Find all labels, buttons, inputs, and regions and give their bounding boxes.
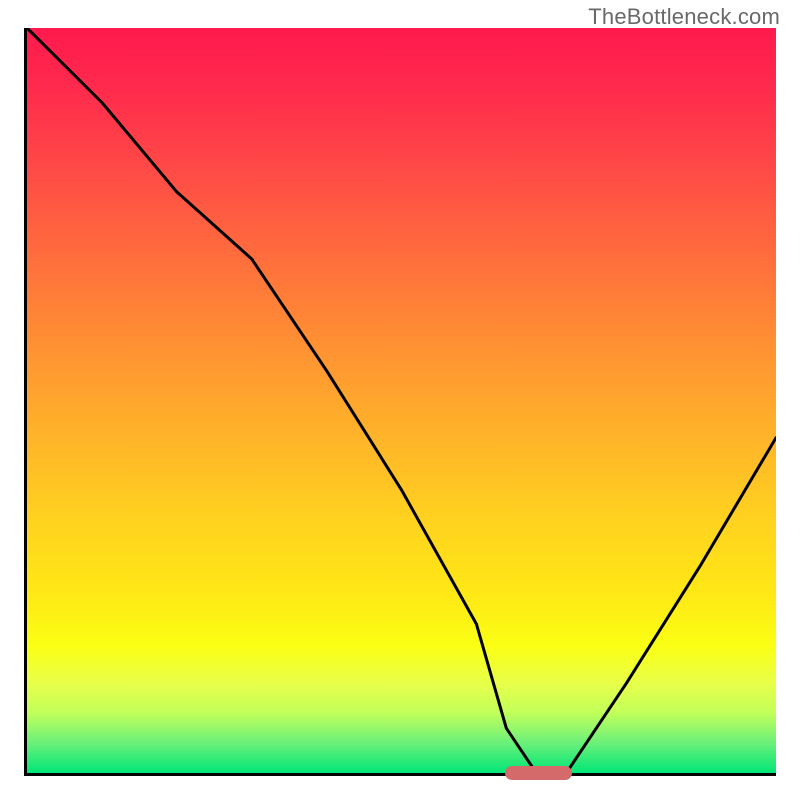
bottleneck-curve	[27, 28, 776, 773]
chart-plot-area	[24, 28, 776, 776]
watermark-text: TheBottleneck.com	[588, 4, 780, 30]
optimum-range-marker	[505, 766, 573, 780]
